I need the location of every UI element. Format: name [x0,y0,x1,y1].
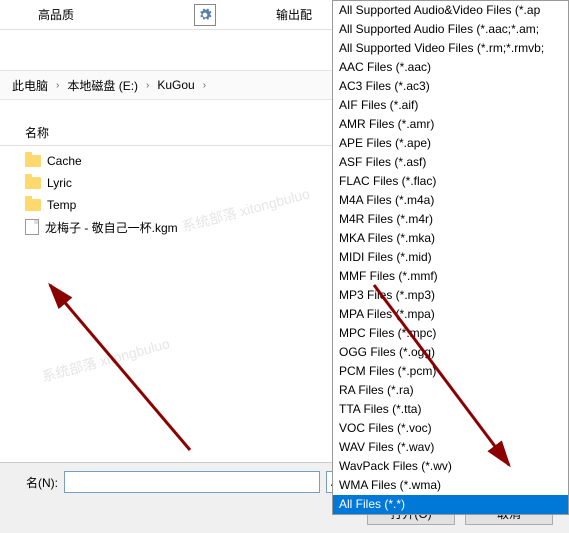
filter-option[interactable]: AIF Files (*.aif) [333,96,568,115]
output-label: 输出配 [276,6,312,23]
filter-option[interactable]: All Supported Audio Files (*.aac;*.am; [333,20,568,39]
filter-option[interactable]: AMR Files (*.amr) [333,115,568,134]
filter-option[interactable]: MMF Files (*.mmf) [333,267,568,286]
filter-option[interactable]: MIDI Files (*.mid) [333,248,568,267]
breadcrumb-item[interactable]: 此电脑 [8,75,52,96]
filter-dropdown[interactable]: All Supported Audio&Video Files (*.apAll… [332,0,569,515]
filter-option[interactable]: WAV Files (*.wav) [333,438,568,457]
chevron-right-icon: › [203,80,206,91]
filter-option[interactable]: All Files (*.*) [333,495,568,514]
filter-option[interactable]: M4A Files (*.m4a) [333,191,568,210]
breadcrumb-item[interactable]: 本地磁盘 (E:) [63,75,142,96]
filter-option[interactable]: APE Files (*.ape) [333,134,568,153]
filter-option[interactable]: M4R Files (*.m4r) [333,210,568,229]
gear-icon[interactable] [194,4,216,26]
filter-option[interactable]: FLAC Files (*.flac) [333,172,568,191]
chevron-right-icon: › [146,80,149,91]
filter-option[interactable]: AAC Files (*.aac) [333,58,568,77]
filter-option[interactable]: MPC Files (*.mpc) [333,324,568,343]
filename-input[interactable] [64,471,320,493]
folder-icon [25,199,41,211]
filter-option[interactable]: PCM Files (*.pcm) [333,362,568,381]
breadcrumb-item[interactable]: KuGou [153,76,198,94]
filter-option[interactable]: RA Files (*.ra) [333,381,568,400]
quality-label: 高品质 [38,6,74,23]
filename-label: 名(N): [8,474,58,491]
filter-option[interactable]: TTA Files (*.tta) [333,400,568,419]
filter-option[interactable]: MP3 Files (*.mp3) [333,286,568,305]
filter-option[interactable]: All Supported Audio&Video Files (*.ap [333,1,568,20]
chevron-right-icon: › [56,80,59,91]
filter-option[interactable]: VOC Files (*.voc) [333,419,568,438]
folder-icon [25,155,41,167]
file-icon [25,219,39,235]
filter-option[interactable]: WMA Files (*.wma) [333,476,568,495]
filter-option[interactable]: MKA Files (*.mka) [333,229,568,248]
filter-option[interactable]: ASF Files (*.asf) [333,153,568,172]
folder-icon [25,177,41,189]
filter-option[interactable]: AC3 Files (*.ac3) [333,77,568,96]
filter-option[interactable]: All Supported Video Files (*.rm;*.rmvb; [333,39,568,58]
filter-option[interactable]: WavPack Files (*.wv) [333,457,568,476]
filter-option[interactable]: MPA Files (*.mpa) [333,305,568,324]
filter-option[interactable]: OGG Files (*.ogg) [333,343,568,362]
